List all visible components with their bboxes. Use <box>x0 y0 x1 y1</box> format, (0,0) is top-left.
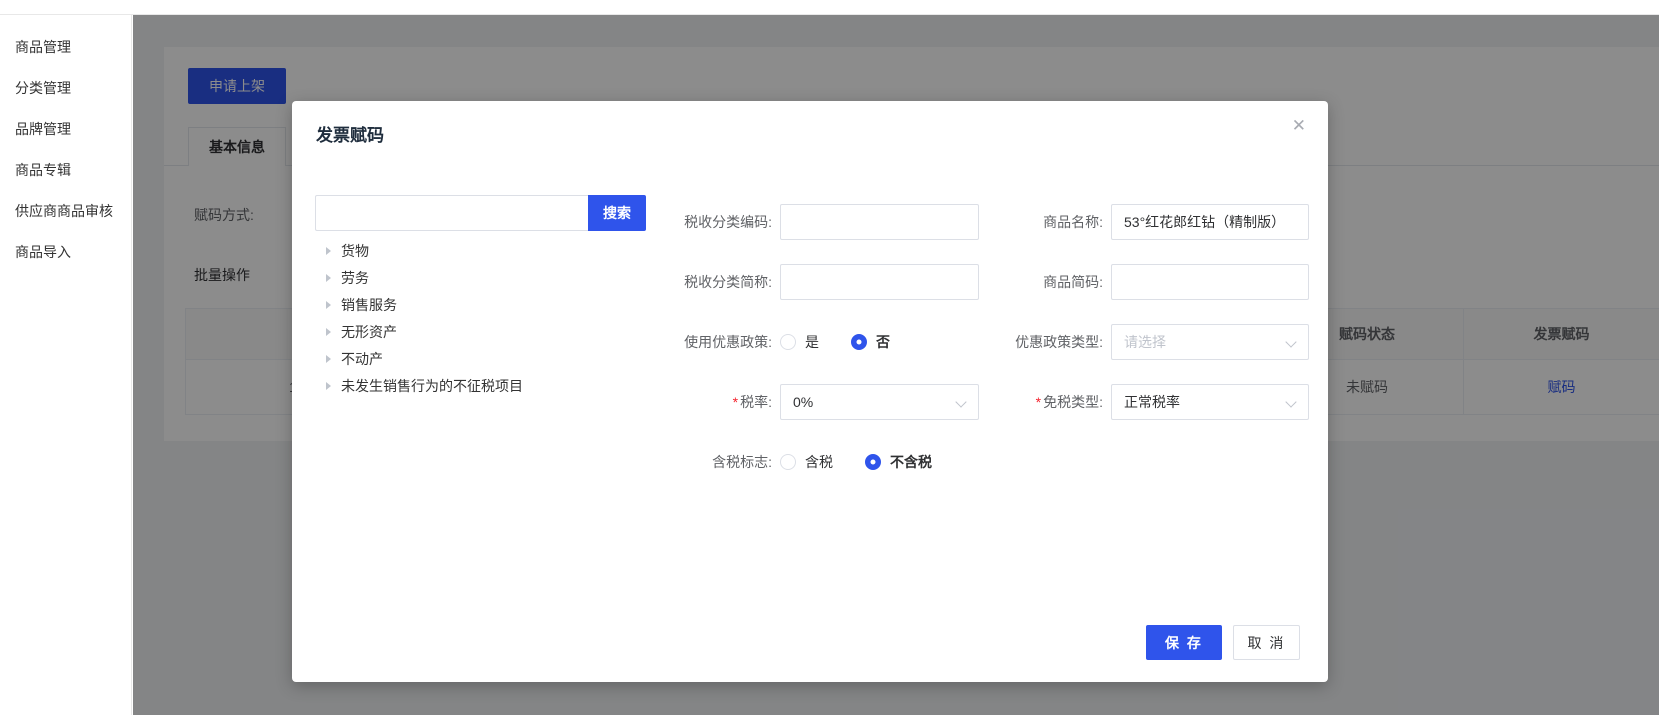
tax-included-label[interactable]: 含税 <box>805 452 833 472</box>
tree-item-goods[interactable]: 货物 <box>326 237 523 264</box>
tax-excluded-radio[interactable] <box>865 454 881 470</box>
policy-type-select[interactable]: 请选择 <box>1111 324 1309 360</box>
tax-code-field[interactable] <box>780 204 979 240</box>
tree-item-non-taxable[interactable]: 未发生销售行为的不征税项目 <box>326 372 523 399</box>
sidebar: 商品管理 分类管理 品牌管理 商品专辑 供应商商品审核 商品导入 <box>0 15 132 715</box>
tax-rate-select[interactable]: 0% <box>780 384 979 420</box>
cancel-button[interactable]: 取 消 <box>1233 625 1300 660</box>
required-asterisk: * <box>733 394 738 410</box>
caret-right-icon <box>326 247 331 255</box>
tax-code-label: 税收分类编码: <box>640 212 772 232</box>
product-code-label: 商品简码: <box>979 272 1103 292</box>
chevron-down-icon <box>955 396 966 407</box>
use-policy-radio-group: 是 否 <box>780 332 890 352</box>
chevron-down-icon <box>1285 336 1296 347</box>
save-button[interactable]: 保 存 <box>1146 625 1222 660</box>
sidebar-item-brand-management[interactable]: 品牌管理 <box>0 109 131 150</box>
tax-category-tree: 货物 劳务 销售服务 无形资产 不动产 未发生销售行为的不征税项目 <box>326 237 523 399</box>
dialog-title: 发票赋码 <box>316 121 384 146</box>
policy-type-label: 优惠政策类型: <box>979 332 1103 352</box>
tax-rate-label: *税率: <box>640 392 772 412</box>
top-bar <box>0 0 1659 15</box>
tax-short-name-field[interactable] <box>780 264 979 300</box>
tree-item-labor[interactable]: 劳务 <box>326 264 523 291</box>
sidebar-item-category-management[interactable]: 分类管理 <box>0 68 131 109</box>
product-name-field[interactable] <box>1111 204 1309 240</box>
caret-right-icon <box>326 301 331 309</box>
sidebar-item-supplier-product-review[interactable]: 供应商商品审核 <box>0 191 131 232</box>
sidebar-item-product-album[interactable]: 商品专辑 <box>0 150 131 191</box>
tree-item-intangible-assets[interactable]: 无形资产 <box>326 318 523 345</box>
caret-right-icon <box>326 382 331 390</box>
close-icon[interactable]: ✕ <box>1292 117 1306 134</box>
policy-yes-radio[interactable] <box>780 334 796 350</box>
invoice-coding-form: 税收分类编码: 商品名称: 税收分类简称: 商品简码: 使用优惠政策: 是 否 … <box>640 204 1309 504</box>
tax-included-radio[interactable] <box>780 454 796 470</box>
product-name-label: 商品名称: <box>979 212 1103 232</box>
product-code-field[interactable] <box>1111 264 1309 300</box>
free-tax-type-select[interactable]: 正常税率 <box>1111 384 1309 420</box>
tax-short-name-label: 税收分类简称: <box>640 272 772 292</box>
sidebar-item-product-import[interactable]: 商品导入 <box>0 232 131 273</box>
search-input[interactable] <box>315 195 588 231</box>
tree-item-real-estate[interactable]: 不动产 <box>326 345 523 372</box>
caret-right-icon <box>326 328 331 336</box>
free-tax-type-label: *免税类型: <box>979 392 1103 412</box>
required-asterisk: * <box>1036 394 1041 410</box>
tree-item-sales-service[interactable]: 销售服务 <box>326 291 523 318</box>
invoice-coding-dialog: 发票赋码 ✕ 搜索 货物 劳务 销售服务 无形资产 不动产 未发生销售行为的不征… <box>292 101 1328 682</box>
sidebar-item-product-management[interactable]: 商品管理 <box>0 27 131 68</box>
tax-included-flag-label: 含税标志: <box>640 452 772 472</box>
use-policy-label: 使用优惠政策: <box>640 332 772 352</box>
search-button[interactable]: 搜索 <box>588 195 646 231</box>
chevron-down-icon <box>1285 396 1296 407</box>
tax-included-radio-group: 含税 不含税 <box>780 452 932 472</box>
policy-no-radio[interactable] <box>851 334 867 350</box>
tax-excluded-label[interactable]: 不含税 <box>890 452 932 472</box>
caret-right-icon <box>326 355 331 363</box>
caret-right-icon <box>326 274 331 282</box>
policy-yes-label[interactable]: 是 <box>805 332 819 352</box>
policy-no-label[interactable]: 否 <box>876 332 890 352</box>
